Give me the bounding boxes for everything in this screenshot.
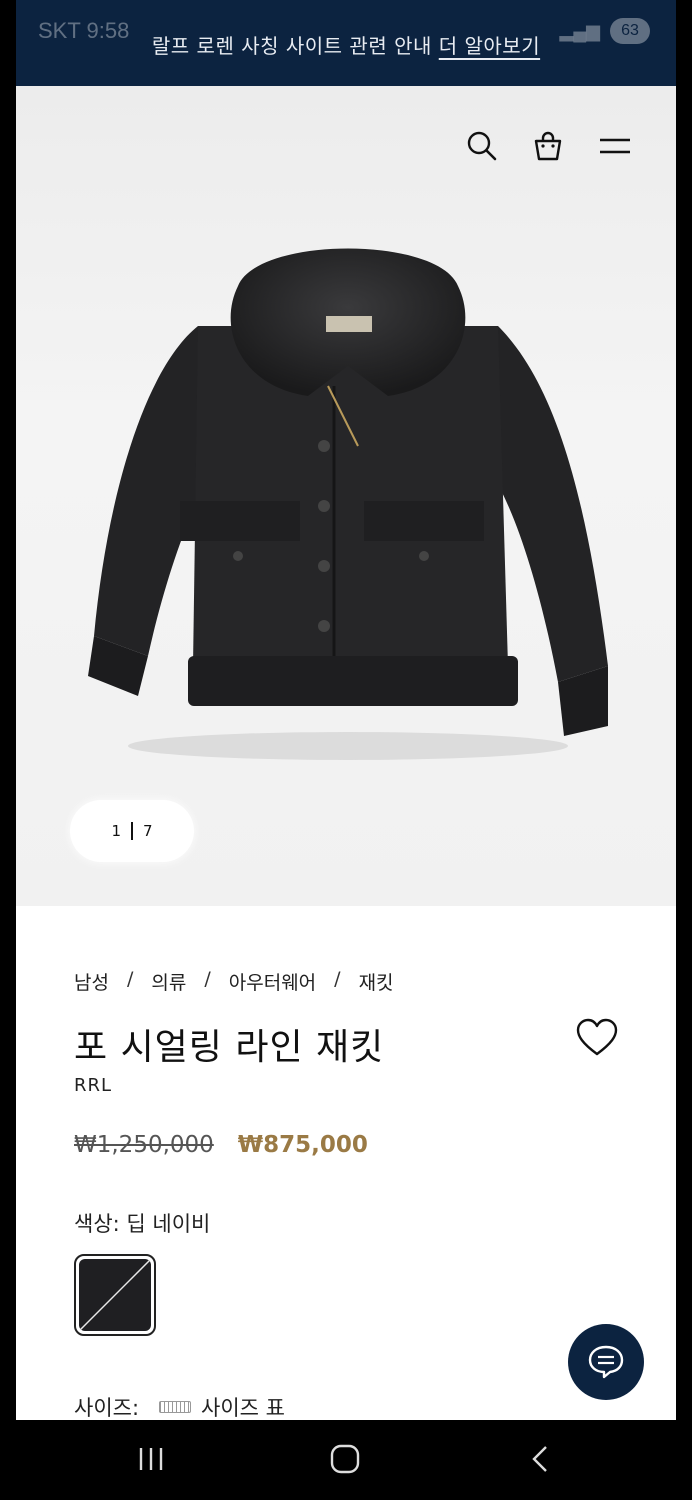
breadcrumb-item[interactable]: 아우터웨어 — [229, 968, 316, 995]
product-image-jacket — [88, 248, 608, 760]
swatch-fill — [79, 1259, 151, 1331]
image-counter-divider — [131, 822, 133, 840]
wishlist-heart-icon[interactable] — [576, 1018, 618, 1058]
product-title: 포 시얼링 라인 재킷 — [74, 1027, 385, 1068]
chat-button[interactable] — [568, 1324, 644, 1400]
search-icon[interactable] — [466, 130, 498, 162]
header-icons — [466, 130, 632, 162]
breadcrumb-separator: / — [126, 968, 134, 990]
product-image-gallery[interactable]: 1 7 — [16, 86, 676, 906]
image-counter-total: 7 — [143, 822, 153, 840]
breadcrumb-separator: / — [204, 968, 211, 990]
breadcrumb: 남성 / 의류 / 아우터웨어 / 재킷 — [74, 968, 394, 995]
color-swatch-deep-navy[interactable] — [74, 1254, 156, 1336]
breadcrumb-item[interactable]: 남성 — [74, 968, 109, 995]
banner-learn-more-link[interactable]: 더 알아보기 — [439, 34, 540, 58]
size-label: 사이즈: — [74, 1396, 140, 1420]
breadcrumb-separator: / — [334, 968, 341, 990]
image-counter: 1 7 — [70, 800, 194, 862]
banner-text: 랄프 로렌 사칭 사이트 관련 안내 — [151, 34, 432, 58]
color-label: 색상: 딥 네이비 — [74, 1212, 211, 1236]
chat-bubble-icon — [588, 1345, 624, 1379]
system-navigation-bar — [0, 1420, 692, 1500]
back-icon[interactable] — [526, 1444, 556, 1474]
price-block: ₩1,250,000 ₩875,000 — [74, 1132, 368, 1158]
notice-banner: SKT 9:58 ▂▄▆ 63 랄프 로렌 사칭 사이트 관련 안내 더 알아보… — [16, 0, 676, 86]
breadcrumb-item[interactable]: 의류 — [151, 968, 186, 995]
banner-message: 랄프 로렌 사칭 사이트 관련 안내 더 알아보기 — [16, 30, 676, 59]
breadcrumb-item[interactable]: 재킷 — [359, 968, 394, 995]
product-brand[interactable]: RRL — [74, 1075, 112, 1096]
menu-icon[interactable] — [598, 134, 632, 158]
size-row: 사이즈: 사이즈 표 — [74, 1392, 285, 1420]
shopping-bag-icon[interactable] — [532, 130, 564, 162]
size-chart-link[interactable]: 사이즈 표 — [159, 1392, 285, 1420]
size-chart-text: 사이즈 표 — [201, 1396, 286, 1420]
ruler-icon — [159, 1401, 192, 1413]
sale-price: ₩875,000 — [237, 1132, 368, 1158]
home-icon[interactable] — [330, 1444, 360, 1474]
image-counter-current: 1 — [111, 822, 121, 840]
original-price: ₩1,250,000 — [74, 1132, 214, 1158]
app-screen: SKT 9:58 ▂▄▆ 63 랄프 로렌 사칭 사이트 관련 안내 더 알아보… — [16, 0, 676, 1420]
recent-apps-icon[interactable] — [136, 1444, 166, 1474]
